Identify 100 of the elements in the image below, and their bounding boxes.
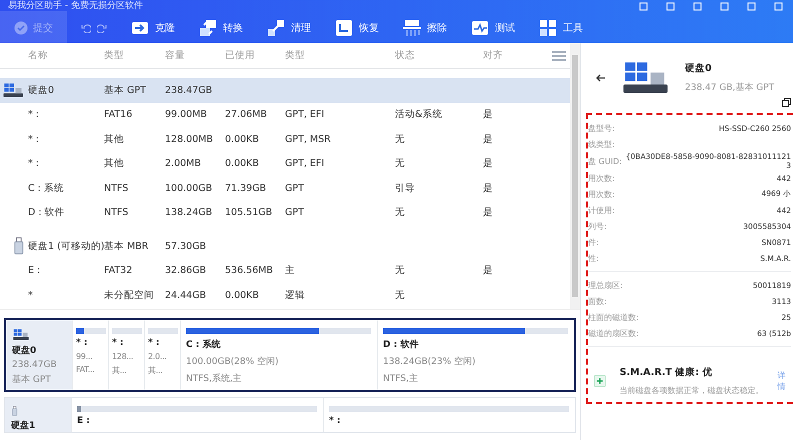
disk-name: 硬盘0 [12, 344, 38, 358]
detail-label: 柱面的磁道数: [588, 312, 639, 323]
disk-subtitle: 238.47 GB,基本 GPT [685, 82, 774, 94]
detail-label: 件: [588, 236, 599, 248]
table-cell-text: 其他 [104, 132, 125, 146]
partition-label: * : [112, 338, 124, 348]
disk-card[interactable]: 硬盘0 238.47GB 基本 GPT * : 99... FAT... * : 128... 其... * : 2.0... 其... C : 系统 100.00GB(28% 空闲) NTFS,系统,主 D : 软件 138.24GB(23% 空闲) NTFS,主 [4, 318, 576, 392]
table-cell-text: 无 [395, 288, 406, 302]
table-cell-text: 引导 [395, 182, 416, 195]
table-cell-text: 基本 GPT [104, 84, 147, 97]
table-cell-text: * : [28, 158, 40, 170]
partition-size: 99... [76, 352, 94, 361]
hard-drive-icon [2, 82, 24, 98]
health-text: 当前磁盘各项数据正常，磁盘状态稳定。 [620, 385, 764, 396]
table-cell-text: 138.24GB [165, 207, 214, 218]
detail-label: 盘 GUID: [588, 156, 622, 167]
column-header[interactable]: 类型 [104, 49, 165, 62]
table-cell-text: GPT, EFI [285, 158, 326, 170]
table-cell-text: 27.06MB [225, 109, 268, 120]
partition-info: FAT... [76, 365, 96, 374]
table-cell-text: * [28, 290, 34, 301]
usb-drive-icon [14, 237, 24, 256]
disk-capacity: 238.47GB [12, 360, 58, 370]
table-cell-text: GPT, EFI [285, 109, 326, 120]
table-cell-text: FAT16 [104, 109, 134, 120]
table-cell-text: 未分配空间 [104, 288, 155, 302]
undo-icon[interactable] [81, 22, 91, 32]
health-title: S.M.A.R.T 健康: 优 [620, 366, 714, 380]
disk-name: 硬盘1 [11, 420, 36, 432]
partition-size: 100.00GB(28% 空闲) [186, 356, 280, 368]
partition-size: 138.24GB(23% 空闲) [383, 356, 477, 368]
partition-label: * : [148, 338, 160, 348]
column-header[interactable]: 名称 [28, 49, 104, 62]
detail-label: 面数: [588, 296, 607, 307]
toolbar-button[interactable]: 恢复 [335, 18, 379, 36]
table-cell-text: 无 [395, 206, 406, 220]
partition-label: E : [77, 416, 91, 426]
toolbar-button[interactable]: 擦除 [403, 18, 447, 36]
table-cell-text: C : 系统 [28, 182, 65, 195]
disk-title: 硬盘0 [685, 62, 713, 75]
column-header[interactable]: 容量 [165, 49, 225, 62]
toolbar-button[interactable]: 工具 [539, 18, 583, 36]
detail-label: 用次数: [588, 188, 615, 200]
table-cell: 硬盘1 (可移动的) [28, 240, 104, 253]
table-cell-text: 逻辑 [285, 288, 306, 302]
detail-label: 用次数: [588, 172, 615, 184]
diagonal-squares-icon [267, 18, 285, 36]
partition-size: 2.0... [148, 352, 168, 361]
table-cell-text: NTFS [104, 182, 130, 194]
table-cell-text: 128.00MB [165, 134, 214, 145]
table-cell-text: 57.30GB [165, 240, 208, 252]
column-header[interactable]: 对齐 [483, 49, 540, 62]
usage-bar [112, 328, 142, 334]
maximize-icon[interactable] [747, 2, 756, 10]
toolbar-button[interactable]: 测试 [471, 18, 515, 36]
partition-label: C : 系统 [186, 338, 222, 351]
toolbar-button[interactable]: 克隆 [131, 18, 175, 36]
table-cell-text: 99.00MB [165, 109, 208, 120]
window-title: 易我分区助手 - 免费无损分区软件 [8, 0, 143, 12]
swap-icon [199, 18, 217, 36]
table-cell-text: * : [28, 109, 40, 120]
column-header[interactable]: 状态 [395, 49, 483, 62]
table-cell-text: D : 软件 [28, 206, 66, 220]
table-cell-text: 是 [483, 108, 494, 122]
table-cell-text: * : [28, 134, 40, 145]
copy-icon[interactable] [782, 98, 791, 108]
table-cell-text: 0.00KB [225, 290, 260, 301]
partition-label: * : [76, 338, 88, 348]
table-cell-text: 100.00GB [165, 182, 214, 194]
table-cell-text: 24.44GB [165, 290, 208, 301]
toolbar-button[interactable]: 清理 [267, 18, 311, 36]
table-cell-text: 2.00MB [165, 158, 202, 170]
usb-drive-icon [11, 406, 18, 416]
table-cell-text: 105.51GB [225, 207, 274, 218]
column-header[interactable]: 已使用 [225, 49, 285, 62]
partition-size: 128... [112, 352, 134, 361]
column-menu-icon[interactable] [552, 50, 566, 60]
table-cell-text: 0.00KB [225, 158, 260, 170]
disk-type: 基本 GPT [12, 374, 52, 386]
redo-icon[interactable] [97, 22, 107, 32]
disk-card[interactable]: 硬盘1 E : * : [4, 397, 576, 433]
table-cell-text: 71.39GB [225, 182, 268, 194]
table-cell-text: FAT32 [104, 265, 134, 276]
table-cell-text: 主 [285, 264, 296, 278]
column-header[interactable]: 类型 [285, 49, 395, 62]
disk-row[interactable]: 硬盘0 基本 GPT 238.47GB [0, 78, 570, 102]
disk-row[interactable]: 硬盘1 (可移动的)基本 MBR 57.30GB [0, 234, 570, 258]
table-cell-text: GPT [285, 207, 305, 218]
detail-label: 盘型号: [588, 122, 615, 134]
table-cell-text: 536.56MB [225, 265, 274, 276]
hard-drive-icon [12, 328, 30, 342]
toolbar-button[interactable]: 转换 [199, 18, 243, 36]
table-cell-text: 硬盘0 [28, 84, 56, 97]
grid-icon [539, 18, 557, 36]
pulse-icon [471, 18, 489, 36]
details-link[interactable]: 详情 [778, 370, 787, 392]
detail-label: 理总扇区: [588, 280, 623, 291]
partition-info: 其... [112, 365, 128, 376]
detail-label: 计使用: [588, 204, 615, 216]
back-arrow-icon[interactable] [596, 72, 606, 83]
